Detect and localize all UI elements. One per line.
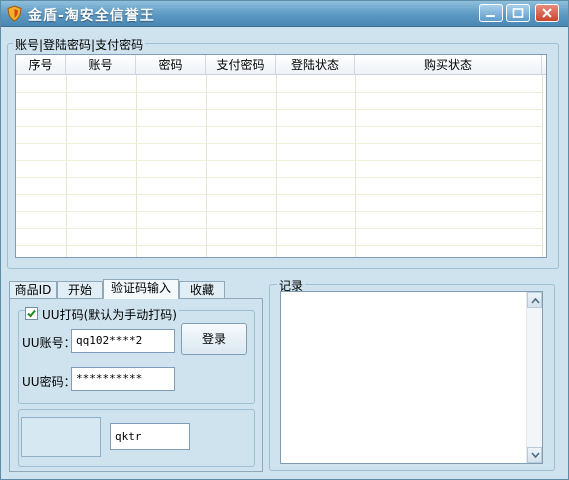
minimize-button[interactable] <box>479 4 503 22</box>
grid-line <box>66 75 67 257</box>
tab-product-id[interactable]: 商品ID <box>9 281 57 299</box>
grid-line <box>276 75 277 257</box>
shield-icon <box>7 5 22 22</box>
grid-line <box>16 143 542 144</box>
captcha-image <box>21 417 101 457</box>
grid-line <box>16 126 542 127</box>
main-window: 金盾-淘安全信誉王 账号|登陆密码|支付密码 序号 账号 密码 支付密码 登陆状… <box>0 0 569 480</box>
record-scrollbar[interactable] <box>526 292 542 463</box>
uu-account-input[interactable]: qq102****2 <box>71 329 175 353</box>
scroll-down-button[interactable] <box>527 447 542 463</box>
uu-checkbox[interactable] <box>25 307 38 320</box>
grid-line <box>542 75 543 257</box>
grid-line <box>355 75 356 257</box>
maximize-button[interactable] <box>506 4 530 22</box>
grid-line <box>16 211 542 212</box>
title-bar[interactable]: 金盾-淘安全信誉王 <box>1 1 568 27</box>
uu-password-label: UU密码： <box>22 375 76 389</box>
grid-line <box>16 177 542 178</box>
close-icon <box>542 8 552 18</box>
scroll-up-button[interactable] <box>527 292 542 308</box>
minimize-icon <box>486 15 495 17</box>
column-header-password[interactable]: 密码 <box>136 55 206 75</box>
checkmark-icon <box>27 309 36 318</box>
captcha-input[interactable]: qktr <box>110 423 190 450</box>
grid-line <box>16 245 542 246</box>
chevron-down-icon <box>531 452 540 459</box>
uu-password-input[interactable]: ********** <box>71 367 175 391</box>
maximize-icon <box>512 8 524 18</box>
login-button[interactable]: 登录 <box>181 323 247 355</box>
close-button[interactable] <box>535 4 559 22</box>
column-header-purchase-status[interactable]: 购买状态 <box>355 55 542 75</box>
grid-line <box>16 109 542 110</box>
chevron-up-icon <box>531 297 540 304</box>
grid-line <box>16 194 542 195</box>
window-title: 金盾-淘安全信誉王 <box>28 8 155 24</box>
column-header-pay-password[interactable]: 支付密码 <box>206 55 276 75</box>
accounts-group-label: 账号|登陆密码|支付密码 <box>13 36 146 53</box>
column-header-login-status[interactable]: 登陆状态 <box>276 55 355 75</box>
column-header-account[interactable]: 账号 <box>66 55 136 75</box>
table-header: 序号 账号 密码 支付密码 登陆状态 购买状态 <box>16 55 546 75</box>
column-header-index[interactable]: 序号 <box>16 55 66 75</box>
uu-account-label: UU账号： <box>22 336 76 350</box>
tab-captcha-input[interactable]: 验证码输入 <box>103 279 179 299</box>
record-log[interactable] <box>280 291 543 464</box>
accounts-table[interactable]: 序号 账号 密码 支付密码 登陆状态 购买状态 <box>15 54 547 258</box>
grid-line <box>16 160 542 161</box>
uu-checkbox-label[interactable]: UU打码(默认为手动打码) <box>40 306 179 323</box>
captcha-tab-panel: UU打码(默认为手动打码) UU账号： qq102****2 登录 UU密码： … <box>9 298 263 472</box>
grid-line <box>136 75 137 257</box>
tab-start[interactable]: 开始 <box>57 281 103 299</box>
grid-line <box>16 228 542 229</box>
grid-line <box>206 75 207 257</box>
grid-line <box>16 92 542 93</box>
tab-favorites[interactable]: 收藏 <box>179 281 225 299</box>
